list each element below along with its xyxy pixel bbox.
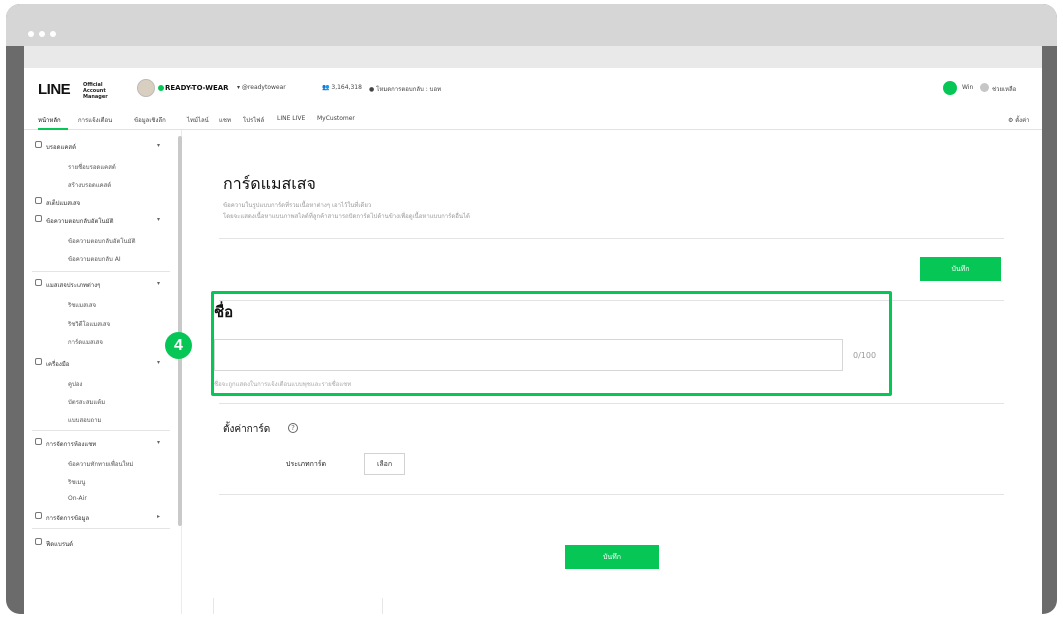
chat-management-icon xyxy=(35,438,42,445)
chevron-right-icon[interactable]: ▸ xyxy=(157,513,160,520)
data-management-icon xyxy=(35,512,42,519)
nav-chat[interactable]: แชท xyxy=(219,115,231,125)
divider xyxy=(219,403,1004,404)
top-header: LINE Official Account Manager READY-TO-W… xyxy=(24,68,1042,108)
chevron-down-icon[interactable]: ▾ xyxy=(157,216,160,223)
sidebar-item-step-message[interactable]: สเต็ปแมสเสจ xyxy=(46,198,80,208)
sidebar-divider xyxy=(32,271,170,272)
chevron-down-icon[interactable]: ▾ xyxy=(157,280,160,287)
account-avatar[interactable] xyxy=(137,79,155,97)
card-type-label: ประเภทการ์ด xyxy=(286,460,327,468)
sidebar-item-rich-message[interactable]: ริชแมสเสจ xyxy=(68,300,96,310)
sidebar-item-ai-reply[interactable]: ข้อความตอบกลับ AI xyxy=(68,254,121,264)
sidebar-item-coupon[interactable]: คูปอง xyxy=(68,379,82,389)
help-icon[interactable] xyxy=(980,83,989,92)
sidebar-item-brand-feed[interactable]: ฟีดแบรนด์ xyxy=(46,539,73,549)
window-close-dot[interactable] xyxy=(28,31,34,37)
nav-notifications[interactable]: การแจ้งเตือน xyxy=(78,115,112,125)
user-avatar[interactable] xyxy=(943,81,957,95)
sidebar-item-chat-management[interactable]: การจัดการห้องแชท xyxy=(46,439,96,449)
sidebar-item-reward-card[interactable]: บัตรสะสมแต้ม xyxy=(68,397,105,407)
highlight-box xyxy=(211,291,892,396)
sidebar-item-auto-reply-messages[interactable]: ข้อความตอบกลับอัตโนมัติ xyxy=(68,236,136,246)
window-zoom-dot[interactable] xyxy=(50,31,56,37)
user-name[interactable]: Win xyxy=(962,84,973,91)
preview-panel-edge xyxy=(213,598,383,614)
sidebar-item-create-broadcast[interactable]: สร้างบรอดแคสต์ xyxy=(68,180,111,190)
nav-timeline[interactable]: ไทม์ไลน์ xyxy=(187,115,209,125)
nav-profile[interactable]: โปรไฟล์ xyxy=(243,115,264,125)
save-button-top[interactable]: บันทึก xyxy=(920,257,1001,281)
sidebar-item-broadcast-list[interactable]: รายชื่อบรอดแคสต์ xyxy=(68,162,116,172)
select-card-type-button[interactable]: เลือก xyxy=(364,453,405,475)
step-message-icon xyxy=(35,197,42,204)
sidebar-scrollbar[interactable] xyxy=(178,136,182,526)
card-settings-label: ตั้งค่าการ์ด xyxy=(223,424,271,435)
account-id-dropdown[interactable]: ▾ @readytowear xyxy=(237,84,286,91)
step-badge: 4 xyxy=(165,332,192,359)
chevron-down-icon[interactable]: ▾ xyxy=(157,142,160,149)
main-nav: หน้าหลัก การแจ้งเตือน ข้อมูลเชิงลึก ไทม์… xyxy=(24,108,1042,130)
sidebar-item-rich-menu[interactable]: ริชเมนู xyxy=(68,477,85,487)
page-description-line-1: ข้อความในรูปแบบการ์ดที่รวมเนื้อหาต่างๆ เ… xyxy=(223,202,372,209)
broadcast-icon xyxy=(35,141,42,148)
sidebar-item-greeting-message[interactable]: ข้อความทักทายเพื่อนใหม่ xyxy=(68,459,133,469)
browser-toolbar xyxy=(24,46,1042,68)
logo-subtitle: Official Account Manager xyxy=(83,82,108,100)
nav-mycustomer[interactable]: MyCustomer xyxy=(317,115,355,122)
info-icon[interactable]: ? xyxy=(288,423,298,433)
sidebar-item-data-management[interactable]: การจัดการข้อมูล xyxy=(46,513,89,523)
window-minimize-dot[interactable] xyxy=(39,31,45,37)
chevron-down-icon[interactable]: ▾ xyxy=(157,359,160,366)
account-name[interactable]: READY-TO-WEAR xyxy=(165,84,229,92)
message-types-icon xyxy=(35,279,42,286)
sidebar-item-message-types[interactable]: แมสเสจประเภทต่างๆ xyxy=(46,280,100,290)
save-button-bottom[interactable]: บันทึก xyxy=(565,545,659,569)
tools-icon xyxy=(35,358,42,365)
divider xyxy=(219,238,1004,239)
sidebar: บรอดแคสต์ ▾ รายชื่อบรอดแคสต์ สร้างบรอดแค… xyxy=(24,130,182,614)
nav-home[interactable]: หน้าหลัก xyxy=(38,115,61,125)
sidebar-item-card-message[interactable]: การ์ดแมสเสจ xyxy=(68,337,103,347)
nav-settings[interactable]: ⚙ ตั้งค่า xyxy=(1008,115,1030,125)
window-titlebar xyxy=(6,4,1057,46)
sidebar-item-rich-video[interactable]: ริชวิดีโอแมสเสจ xyxy=(68,319,110,329)
chevron-down-icon[interactable]: ▾ xyxy=(157,439,160,446)
app-window: LINE Official Account Manager READY-TO-W… xyxy=(6,4,1057,614)
nav-insights[interactable]: ข้อมูลเชิงลึก xyxy=(134,115,166,125)
sidebar-item-survey[interactable]: แบบสอบถาม xyxy=(68,415,102,425)
sidebar-item-broadcast[interactable]: บรอดแคสต์ xyxy=(46,142,76,152)
sidebar-divider xyxy=(32,430,170,431)
sidebar-divider xyxy=(32,528,170,529)
line-logo[interactable]: LINE xyxy=(38,81,71,98)
help-link[interactable]: ช่วยเหลือ xyxy=(992,84,1016,94)
page-description-line-2: โดยจะแสดงเนื้อหาแบบภาพสไลด์ที่ลูกค้าสามา… xyxy=(223,213,470,220)
auto-reply-icon xyxy=(35,215,42,222)
sidebar-item-tools[interactable]: เครื่องมือ xyxy=(46,359,69,369)
verified-badge-icon xyxy=(158,85,164,91)
response-mode[interactable]: ● โหมดการตอบกลับ : บอท xyxy=(369,84,441,94)
sidebar-item-on-air[interactable]: On-Air xyxy=(68,495,87,502)
page-content: LINE Official Account Manager READY-TO-W… xyxy=(24,68,1042,614)
follower-count: 👥 3,164,318 xyxy=(322,84,362,91)
nav-line-live[interactable]: LINE LIVE xyxy=(277,115,305,122)
page-title: การ์ดแมสเสจ xyxy=(223,174,316,193)
divider xyxy=(219,494,1004,495)
sidebar-item-auto-reply[interactable]: ข้อความตอบกลับอัตโนมัติ xyxy=(46,216,114,226)
brand-feed-icon xyxy=(35,538,42,545)
